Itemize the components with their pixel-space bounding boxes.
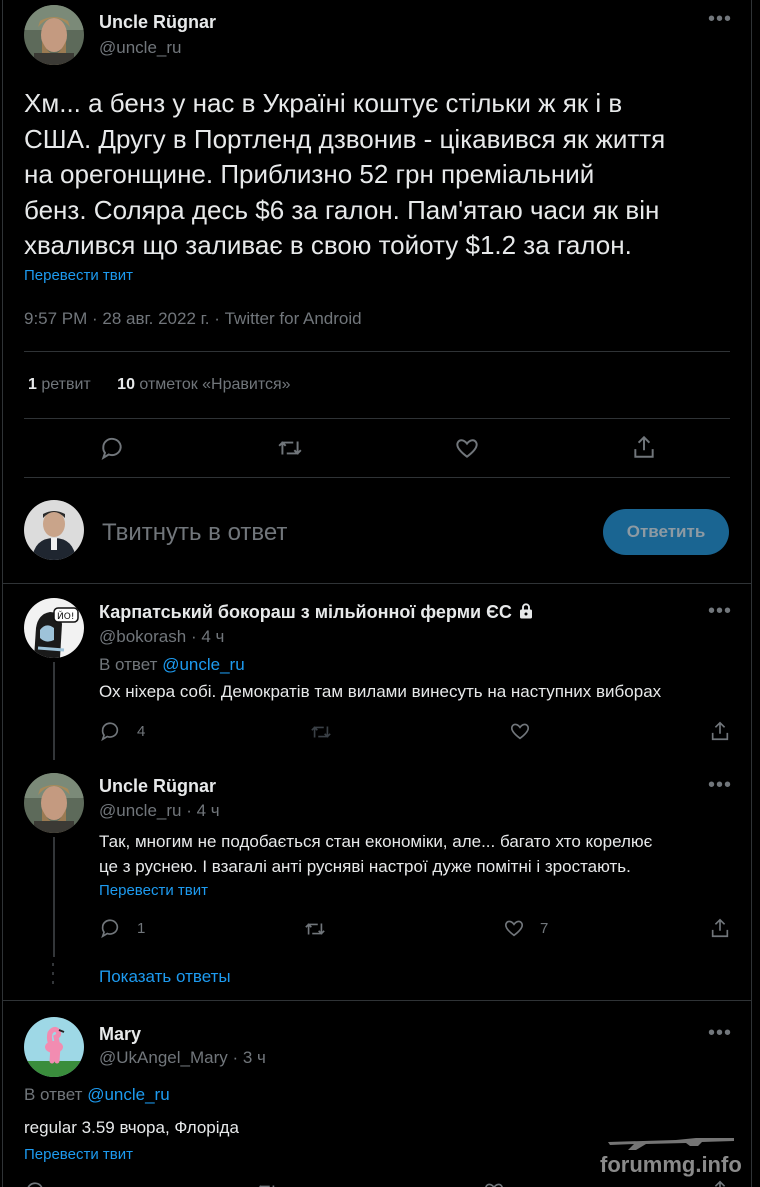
reply-count: 1	[137, 920, 146, 937]
tweet-meta: 9:57 PM · 28 авг. 2022 г. · Twitter for …	[24, 309, 362, 328]
likes-stat[interactable]: 10 отметок «Нравится»	[117, 376, 290, 393]
retweet-icon[interactable]	[255, 1180, 279, 1187]
translate-link[interactable]: Перевести твит	[99, 882, 208, 899]
retweets-count: 1	[28, 376, 37, 393]
likes-count: 10	[117, 376, 135, 393]
watermark-text: forummg.info	[600, 1152, 742, 1177]
tweet-text: Ох ніхера собі. Демократів там вилами ви…	[99, 682, 662, 701]
reply-to: В ответ @uncle_ru	[24, 1085, 170, 1105]
author-handle[interactable]: @uncle_ru	[99, 38, 181, 58]
author-handle[interactable]: @UkAngel_Mary	[99, 1048, 228, 1067]
divider	[3, 583, 751, 584]
reply-icon[interactable]	[99, 435, 125, 461]
avatar[interactable]	[24, 773, 84, 833]
author-handle[interactable]: @bokorash	[99, 627, 186, 646]
reply-icon[interactable]	[99, 917, 121, 939]
tweet-time[interactable]: · 3 ч	[232, 1048, 265, 1067]
svg-text:ЙО!: ЙО!	[57, 610, 74, 622]
thread-line	[53, 662, 55, 760]
reply-icon[interactable]	[99, 720, 121, 742]
divider	[24, 351, 730, 352]
reply-to-handle[interactable]: @uncle_ru	[162, 655, 244, 674]
tweet-text-line: Хм... а бенз у нас в Україні коштує стіл…	[24, 88, 623, 118]
watermark: forummg.info	[600, 1130, 750, 1180]
tweet-text: Хм... а бенз у нас в Україні коштує стіл…	[24, 86, 739, 264]
tweet-text-line: це з руснею. І взагалі анті русняві наст…	[99, 857, 631, 876]
divider	[24, 418, 730, 419]
avatar[interactable]	[24, 500, 84, 560]
avatar[interactable]	[24, 1017, 84, 1077]
author-name[interactable]: Mary	[99, 1024, 141, 1045]
thread-dots	[52, 963, 56, 984]
author-handle-line: @UkAngel_Mary · 3 ч	[99, 1048, 266, 1068]
reply-button[interactable]: Ответить	[603, 509, 729, 555]
retweets-label: ретвит	[41, 376, 91, 393]
more-options-icon[interactable]: •••	[708, 775, 732, 795]
show-replies-link[interactable]: Показать ответы	[99, 967, 231, 987]
tweet-time[interactable]: · 4 ч	[186, 801, 219, 820]
retweet-icon[interactable]	[309, 721, 333, 743]
reply-to-prefix: В ответ	[24, 1085, 83, 1104]
timeline-frame: Uncle Rügnar @uncle_ru ••• Хм... а бенз …	[2, 0, 752, 1187]
engagement-stats: 1 ретвит 10 отметок «Нравится»	[28, 376, 291, 394]
more-options-icon[interactable]: •••	[708, 9, 732, 29]
author-handle[interactable]: @uncle_ru	[99, 801, 181, 820]
author-name[interactable]: Uncle Rügnar	[99, 12, 216, 33]
tweet-text-line: Так, многим не подобається стан економік…	[99, 832, 653, 851]
tweet-time[interactable]: · 4 ч	[191, 627, 224, 646]
share-icon[interactable]	[709, 719, 731, 743]
author-name[interactable]: Карпатський бокораш з мільйонної ферми Є…	[99, 602, 535, 623]
thread-line	[53, 837, 55, 957]
avatar[interactable]	[24, 5, 84, 65]
author-handle-line: @bokorash · 4 ч	[99, 627, 224, 647]
retweets-stat[interactable]: 1 ретвит	[28, 376, 95, 393]
like-icon[interactable]	[483, 1180, 505, 1187]
tweet-text-line: бенз. Соляра десь $6 за галон. Пам'ятаю …	[24, 194, 660, 225]
share-icon[interactable]	[631, 433, 657, 461]
reply-count: 4	[137, 723, 146, 740]
divider	[24, 477, 730, 478]
author-name[interactable]: Uncle Rügnar	[99, 776, 216, 797]
reply-input[interactable]: Твитнуть в ответ	[102, 519, 287, 547]
author-handle-line: @uncle_ru · 4 ч	[99, 801, 220, 821]
like-icon[interactable]	[509, 720, 531, 742]
share-icon[interactable]	[709, 916, 731, 940]
retweet-icon[interactable]	[276, 435, 304, 461]
translate-link[interactable]: Перевести твит	[24, 267, 133, 284]
likes-label: отметок «Нравится»	[139, 376, 291, 393]
tweet-text-line: на орегонщине. Приблизно 52 грн преміаль…	[24, 159, 595, 189]
tweet-text: Так, многим не подобається стан економік…	[99, 829, 652, 879]
author-name-text: Карпатський бокораш з мільйонної ферми Є…	[99, 602, 512, 622]
like-icon[interactable]	[503, 917, 525, 939]
divider	[3, 1000, 751, 1001]
more-options-icon[interactable]: •••	[708, 601, 732, 621]
rifle-icon	[608, 1138, 734, 1150]
translate-link[interactable]: Перевести твит	[24, 1146, 133, 1163]
tweet-text-line: США. Другу в Портленд дзвонив - цікавивс…	[24, 123, 666, 154]
reply-to: В ответ @uncle_ru	[99, 655, 245, 675]
more-options-icon[interactable]: •••	[708, 1023, 732, 1043]
like-count: 7	[540, 920, 549, 937]
tweet-text: regular 3.59 вчора, Флоріда	[24, 1118, 239, 1137]
avatar[interactable]: ЙО!	[24, 598, 84, 658]
reply-to-prefix: В ответ	[99, 655, 158, 674]
retweet-icon[interactable]	[303, 918, 327, 940]
like-icon[interactable]	[454, 435, 480, 461]
tweet-text-line: хвалився що заливає в свою тойоту $1.2 з…	[24, 230, 632, 260]
reply-to-handle[interactable]: @uncle_ru	[87, 1085, 169, 1104]
reply-icon[interactable]	[24, 1180, 46, 1187]
lock-icon	[519, 603, 532, 619]
